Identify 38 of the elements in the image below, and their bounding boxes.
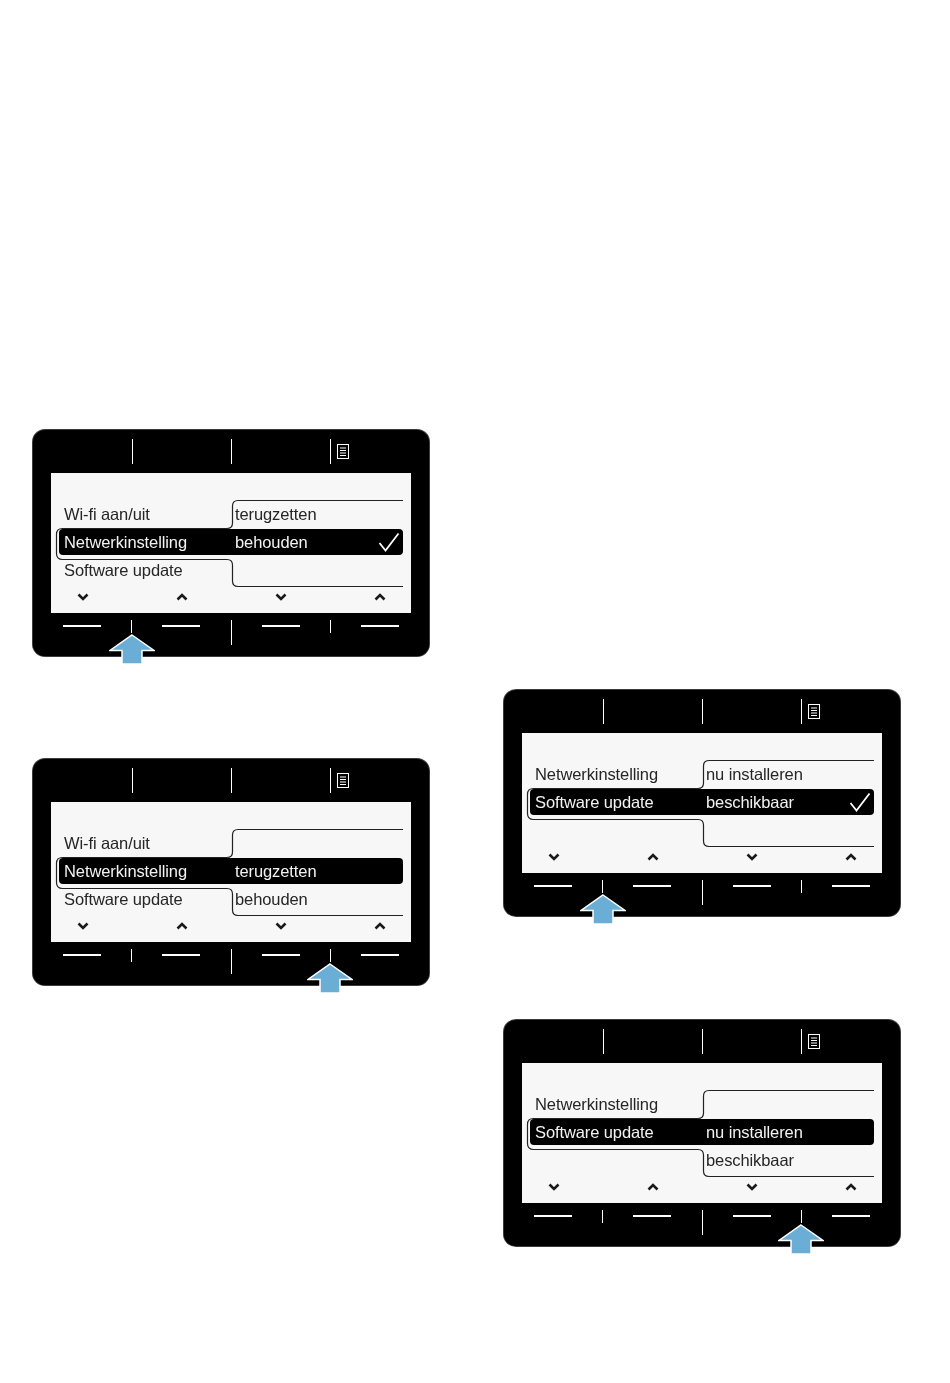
option-value[interactable]: nu installeren	[706, 764, 803, 784]
chevron-down-icon	[745, 1183, 758, 1191]
option-value[interactable]: beschikbaar	[706, 1150, 794, 1170]
document-icon[interactable]	[337, 773, 349, 788]
chevron-down-icon	[274, 922, 287, 930]
menu-item[interactable]: Netwerkinstelling	[64, 861, 188, 881]
chevron-up-icon	[844, 1183, 857, 1191]
option-value[interactable]: behouden	[235, 532, 308, 552]
option-value[interactable]: terugzetten	[235, 861, 317, 881]
chevron-up-icon	[373, 593, 386, 601]
option-value[interactable]: behouden	[235, 889, 308, 909]
menu-item[interactable]: Software update	[64, 889, 183, 909]
chevron-up-icon	[175, 922, 188, 930]
document-icon[interactable]	[808, 1034, 820, 1049]
chevron-down-icon	[274, 593, 287, 601]
menu-item[interactable]: Netwerkinstelling	[64, 532, 188, 552]
option-value[interactable]: nu installeren	[706, 1122, 803, 1142]
menu-item[interactable]: Netwerkinstelling	[535, 1094, 659, 1114]
document-icon[interactable]	[337, 444, 349, 459]
option-value[interactable]: terugzetten	[235, 504, 317, 524]
chevron-down-icon	[547, 853, 560, 861]
chevron-down-icon	[745, 853, 758, 861]
chevron-up-icon	[646, 853, 659, 861]
menu-item[interactable]: Wi-fi aan/uit	[64, 504, 150, 524]
chevron-up-icon	[646, 1183, 659, 1191]
menu-item[interactable]: Software update	[535, 1122, 654, 1142]
option-value[interactable]: beschikbaar	[706, 792, 794, 812]
menu-item[interactable]: Software update	[64, 560, 183, 580]
menu-item[interactable]: Wi-fi aan/uit	[64, 833, 150, 853]
chevron-down-icon	[76, 922, 89, 930]
menu-item[interactable]: Netwerkinstelling	[535, 764, 659, 784]
chevron-up-icon	[373, 922, 386, 930]
chevron-down-icon	[76, 593, 89, 601]
document-icon[interactable]	[808, 704, 820, 719]
chevron-down-icon	[547, 1183, 560, 1191]
chevron-up-icon	[175, 593, 188, 601]
chevron-up-icon	[844, 853, 857, 861]
menu-item[interactable]: Software update	[535, 792, 654, 812]
